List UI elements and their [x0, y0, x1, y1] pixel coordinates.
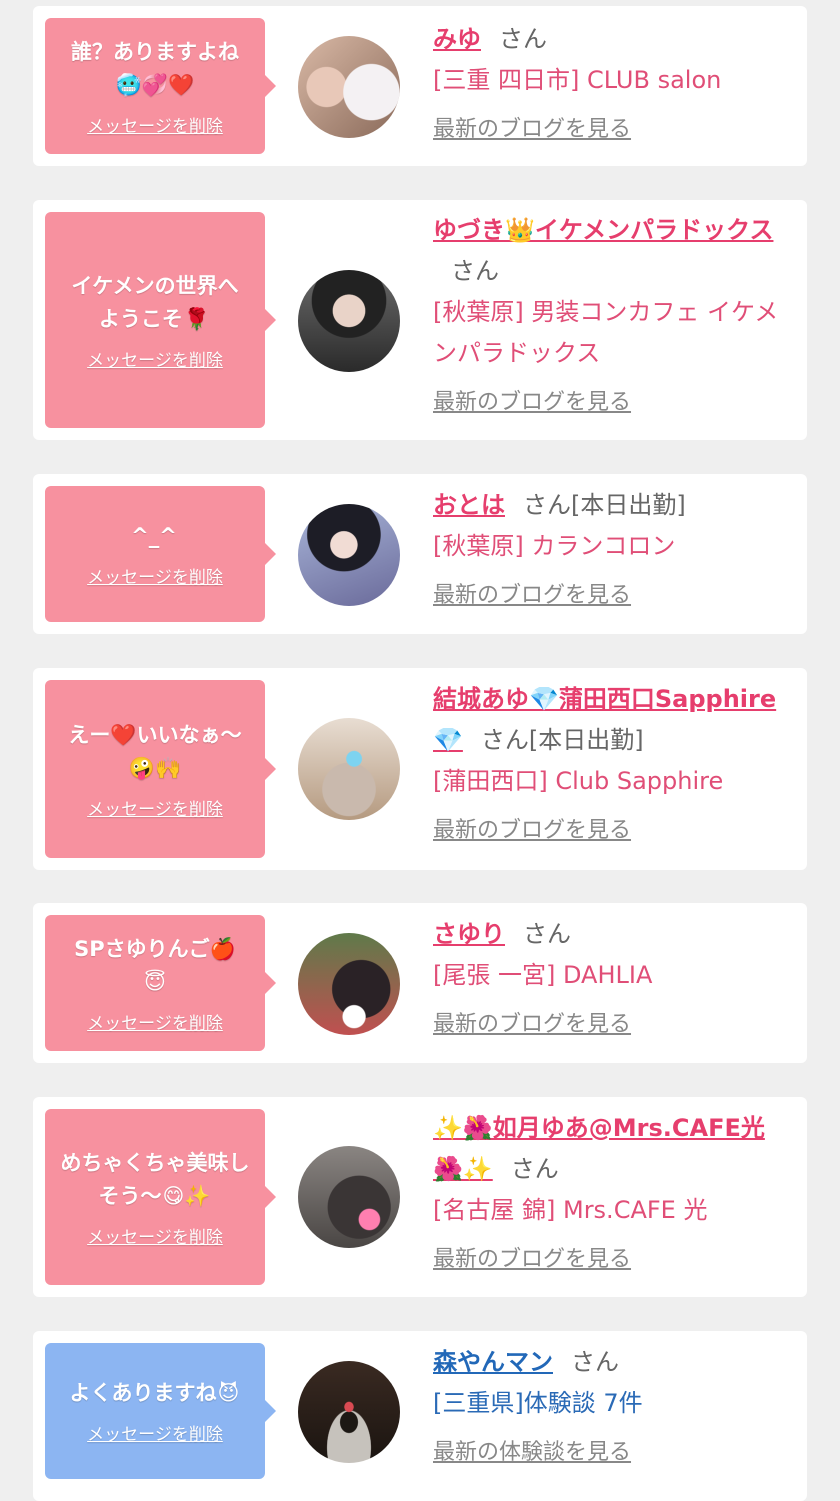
message-card: イケメンの世界へようこそ🌹 メッセージを削除 ゆづき👑イケメンパラドックスさん … [33, 200, 807, 440]
profile-info: ゆづき👑イケメンパラドックスさん [秋葉原] 男装コンカフェ イケメンパラドック… [433, 210, 793, 416]
message-bubble: よくありますね😈 メッセージを削除 [45, 1343, 276, 1479]
profile-name-link[interactable]: さゆり [433, 920, 505, 948]
latest-blog-link[interactable]: 最新のブログを見る [433, 577, 793, 609]
latest-blog-link[interactable]: 最新のブログを見る [433, 812, 793, 844]
message-text: SPさゆりんご🍎 😇 [74, 936, 236, 994]
message-bubble: ^_^ メッセージを削除 [45, 486, 276, 622]
message-text: イケメンの世界へようこそ🌹 [71, 273, 239, 331]
honorific: さん[本日出勤] [523, 491, 686, 519]
shop-info: [三重県]体験談 7件 [433, 1389, 643, 1417]
message-card: ^_^ メッセージを削除 おとは さん[本日出勤] [秋葉原] カランコロン 最新… [33, 474, 807, 634]
latest-blog-link[interactable]: 最新のブログを見る [433, 384, 793, 416]
profile-name-link[interactable]: ゆづき👑イケメンパラドックス [433, 216, 773, 244]
shop-info: [三重 四日市] CLUB salon [433, 66, 722, 94]
delete-message-link[interactable]: メッセージを削除 [87, 795, 223, 820]
avatar[interactable] [298, 504, 400, 606]
latest-blog-link[interactable]: 最新のブログを見る [433, 1241, 793, 1273]
avatar[interactable] [298, 718, 400, 820]
honorific: さん [523, 920, 571, 948]
avatar[interactable] [298, 933, 400, 1035]
delete-message-link[interactable]: メッセージを削除 [87, 1420, 223, 1445]
delete-message-link[interactable]: メッセージを削除 [87, 563, 223, 588]
delete-message-link[interactable]: メッセージを削除 [87, 1009, 223, 1034]
message-card: えー❤️いいなぁ〜 🤪🙌 メッセージを削除 結城あゆ💎蒲田西口Sapphire💎 さ… [33, 668, 807, 870]
message-bubble: えー❤️いいなぁ〜 🤪🙌 メッセージを削除 [45, 680, 276, 858]
profile-info: おとは さん[本日出勤] [秋葉原] カランコロン 最新のブログを見る [433, 485, 793, 609]
message-text: めちゃくちゃ美味しそう〜😋✨ [60, 1150, 250, 1208]
message-card: よくありますね😈 メッセージを削除 森やんマン さん [三重県]体験談 7件 最新… [33, 1331, 807, 1501]
latest-blog-link[interactable]: 最新のブログを見る [433, 111, 793, 143]
avatar[interactable] [298, 270, 400, 372]
profile-info: ✨🌺如月ゆあ@Mrs.CAFE光🌺✨ さん [名古屋 錦] Mrs.CAFE 光 … [433, 1108, 793, 1273]
profile-info: さゆり さん [尾張 一宮] DAHLIA 最新のブログを見る [433, 914, 793, 1038]
message-text: ^_^ [131, 524, 177, 548]
profile-info: 森やんマン さん [三重県]体験談 7件 最新の体験談を見る [433, 1342, 793, 1466]
message-text: えー❤️いいなぁ〜 🤪🙌 [68, 722, 242, 780]
profile-name-link[interactable]: みゆ [433, 25, 481, 53]
avatar[interactable] [298, 1361, 400, 1463]
message-text: 誰？ありますよね 🥶💞❤️ [71, 39, 239, 97]
message-card: めちゃくちゃ美味しそう〜😋✨ メッセージを削除 ✨🌺如月ゆあ@Mrs.CAFE光… [33, 1097, 807, 1297]
profile-name-link[interactable]: ✨🌺如月ゆあ@Mrs.CAFE光🌺✨ [433, 1114, 765, 1183]
honorific: さん [499, 25, 547, 53]
honorific: さん[本日出勤] [480, 726, 644, 754]
delete-message-link[interactable]: メッセージを削除 [87, 346, 223, 371]
delete-message-link[interactable]: メッセージを削除 [87, 112, 223, 137]
shop-info: [尾張 一宮] DAHLIA [433, 961, 653, 989]
shop-info: [蒲田西口] Club Sapphire [433, 767, 724, 795]
shop-info: [秋葉原] 男装コンカフェ イケメンパラドックス [433, 298, 779, 367]
honorific: さん [510, 1155, 559, 1183]
honorific: さん [451, 257, 499, 285]
message-bubble: 誰？ありますよね 🥶💞❤️ メッセージを削除 [45, 18, 276, 154]
profile-info: みゆ さん [三重 四日市] CLUB salon 最新のブログを見る [433, 19, 793, 143]
profile-info: 結城あゆ💎蒲田西口Sapphire💎 さん[本日出勤] [蒲田西口] Club S… [433, 679, 793, 844]
delete-message-link[interactable]: メッセージを削除 [87, 1223, 223, 1248]
message-card: SPさゆりんご🍎 😇 メッセージを削除 さゆり さん [尾張 一宮] DAHLIA … [33, 903, 807, 1063]
honorific: さん [571, 1348, 619, 1376]
message-bubble: SPさゆりんご🍎 😇 メッセージを削除 [45, 915, 276, 1051]
message-bubble: イケメンの世界へようこそ🌹 メッセージを削除 [45, 212, 276, 428]
avatar[interactable] [298, 36, 400, 138]
message-text: よくありますね😈 [69, 1381, 240, 1405]
latest-review-link[interactable]: 最新の体験談を見る [433, 1434, 793, 1466]
latest-blog-link[interactable]: 最新のブログを見る [433, 1006, 793, 1038]
message-card: 誰？ありますよね 🥶💞❤️ メッセージを削除 みゆ さん [三重 四日市] CLUB… [33, 6, 807, 166]
profile-name-link[interactable]: 森やんマン [433, 1348, 553, 1376]
avatar[interactable] [298, 1146, 400, 1248]
shop-info: [秋葉原] カランコロン [433, 532, 676, 560]
shop-info: [名古屋 錦] Mrs.CAFE 光 [433, 1196, 708, 1224]
profile-name-link[interactable]: おとは [433, 491, 505, 519]
message-bubble: めちゃくちゃ美味しそう〜😋✨ メッセージを削除 [45, 1109, 276, 1285]
